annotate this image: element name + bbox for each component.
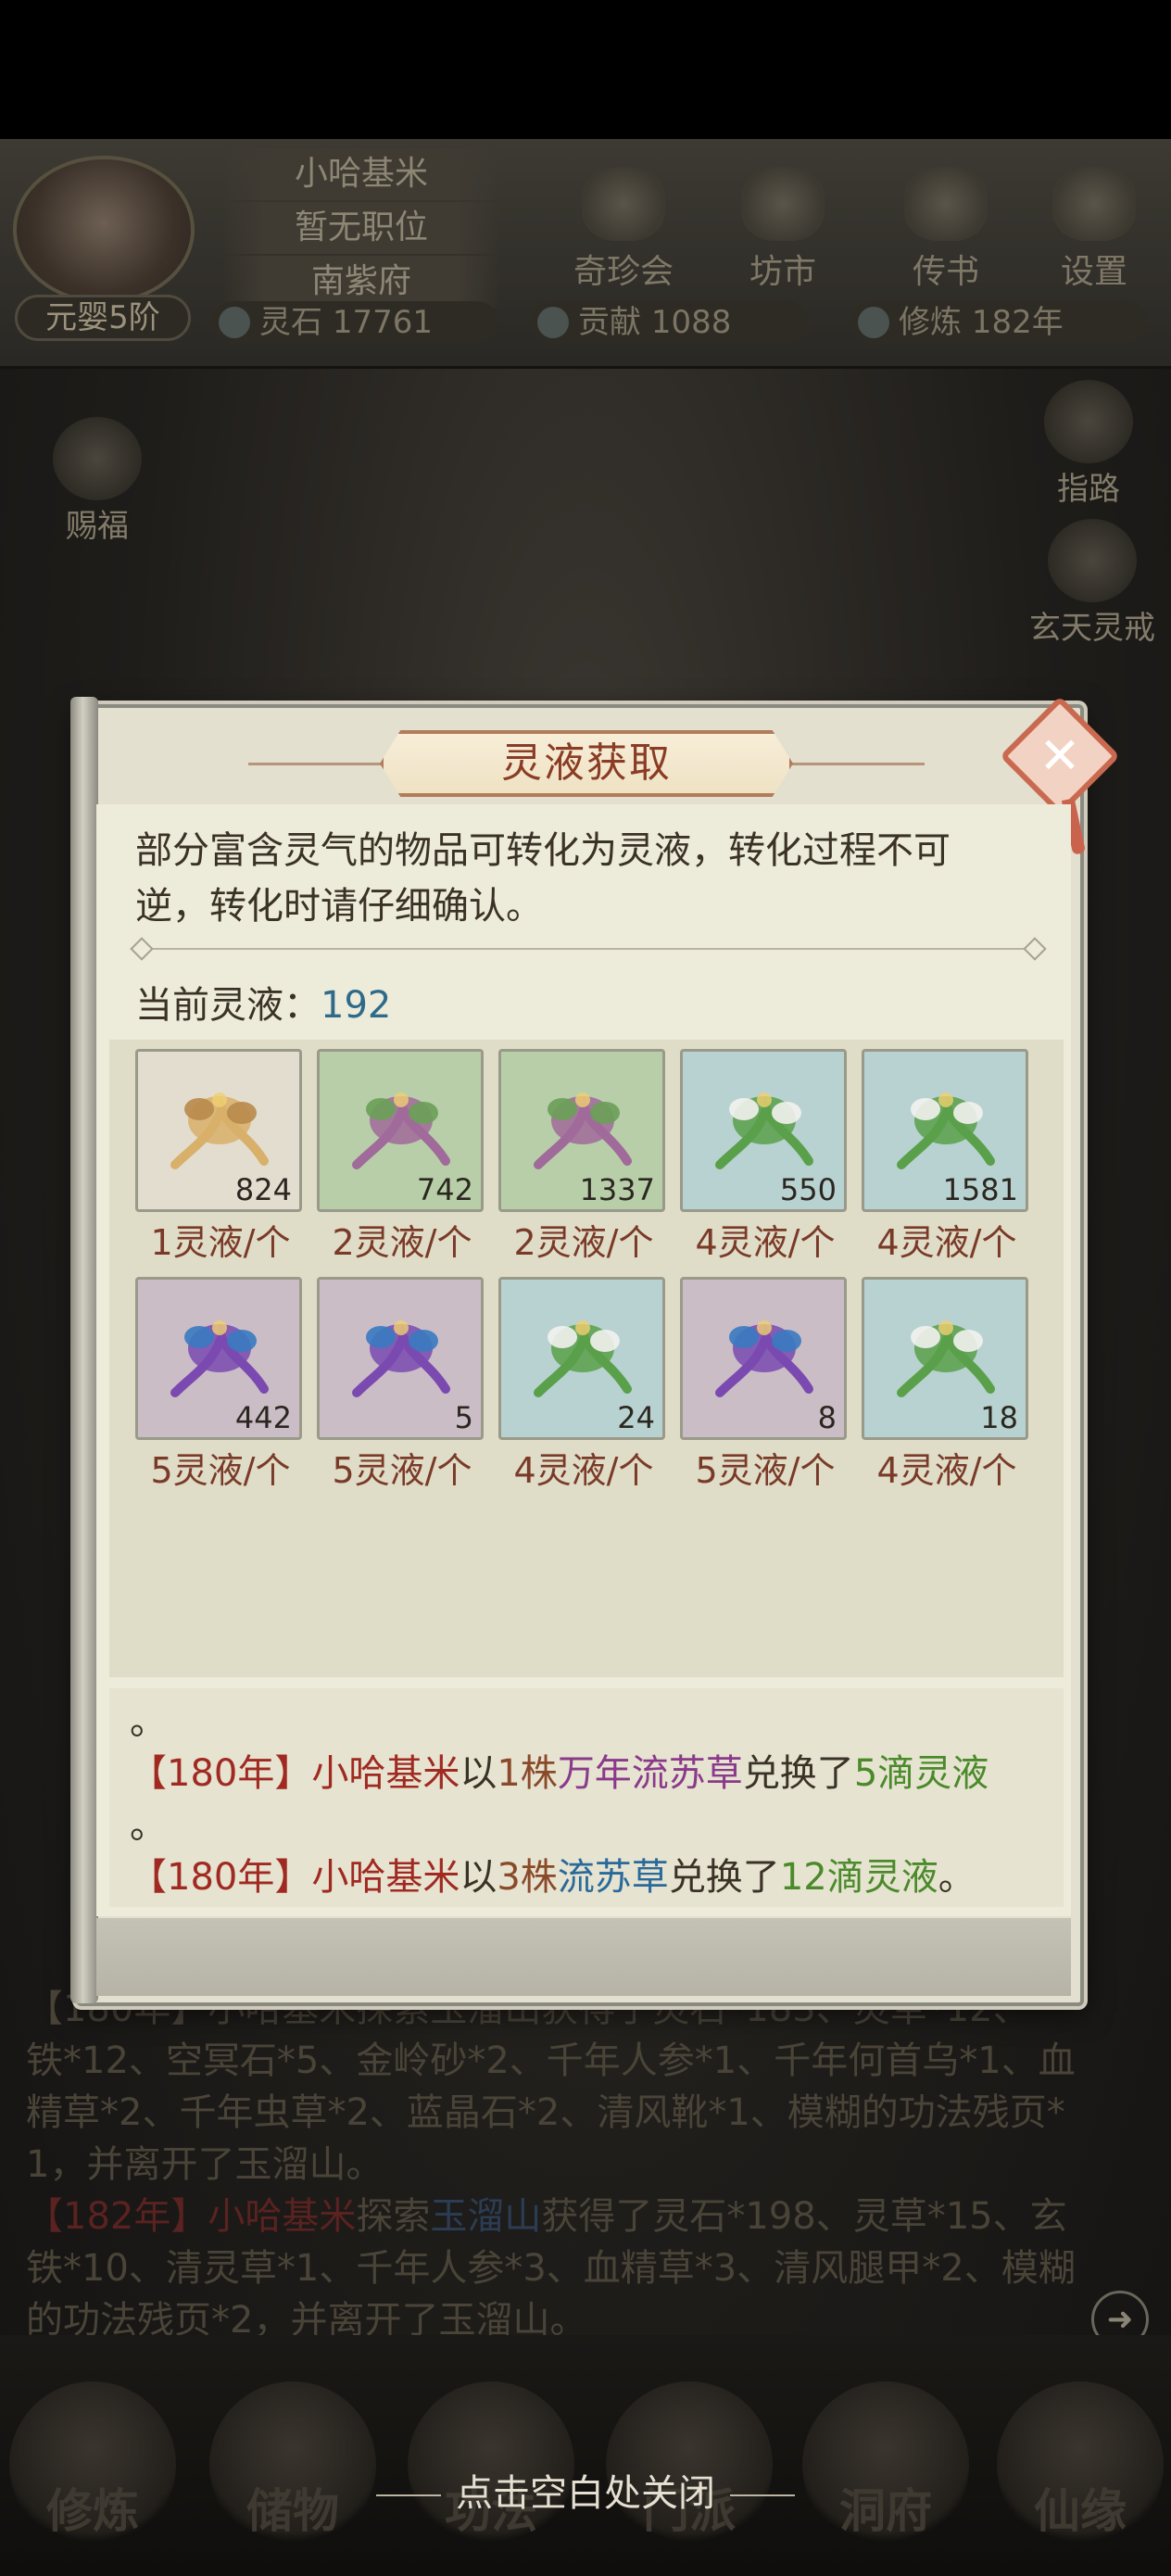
violet-flower-icon [534, 1320, 632, 1397]
divider [730, 2494, 795, 2496]
item-slot[interactable]: 18 [862, 1277, 1028, 1440]
purple-lily-icon [352, 1320, 450, 1397]
item-count: 824 [234, 1172, 292, 1207]
item-count: 8 [817, 1400, 837, 1435]
ginseng-icon [170, 1092, 269, 1169]
dialog-footer [96, 1918, 1071, 1996]
exchange-log-text: 。 【180年】小哈基米以1株万年流苏草兑换了5滴灵液 。 【180年】小哈基米… [130, 1696, 1056, 1903]
player-name: 小哈基米 [222, 148, 500, 200]
background-log: 【180年】小哈基米探索玉溜山获得了灵石*183、灵草*12、 铁*12、空冥石… [26, 1988, 1076, 2342]
item-slot[interactable]: 8 [680, 1277, 847, 1440]
item-slot[interactable]: 442 [135, 1277, 302, 1440]
item-rate: 4灵液/个 [695, 1222, 836, 1263]
white-flower-icon [715, 1092, 813, 1169]
cultivation-icon [858, 307, 889, 338]
treasure-fair-icon [582, 167, 665, 241]
player-avatar[interactable] [13, 156, 195, 304]
settings-button[interactable]: 设置 [1034, 167, 1154, 293]
resource-contribution: 贡献 1088 [530, 301, 808, 344]
item-slot[interactable]: 1337 [498, 1049, 665, 1212]
ring-icon [1048, 519, 1137, 602]
item-rate: 5灵液/个 [332, 1450, 472, 1491]
azure-lotus-icon [897, 1320, 995, 1397]
item-count: 742 [416, 1172, 473, 1207]
item-slot[interactable]: 824 [135, 1049, 302, 1212]
resource-spirit-stone: 灵石 17761 [211, 301, 498, 344]
gear-icon [1052, 167, 1136, 241]
player-nameplates: 小哈基米 暂无职位 南紫府 [222, 148, 500, 309]
divider [139, 948, 1038, 950]
mail-icon [904, 167, 988, 241]
treasure-fair-button[interactable]: 奇珍会 [563, 167, 684, 293]
player-sect: 南紫府 [222, 256, 500, 308]
fruit-branch-icon [170, 1320, 269, 1397]
item-rate: 1灵液/个 [150, 1222, 291, 1263]
item-count: 1337 [579, 1172, 655, 1207]
item-rate: 5灵液/个 [695, 1450, 836, 1491]
item-rate: 4灵液/个 [876, 1450, 1017, 1491]
ring-button[interactable]: 玄天灵戒 [1023, 519, 1162, 648]
item-rate: 4灵液/个 [876, 1222, 1017, 1263]
guide-icon [1044, 380, 1133, 463]
resource-cultivation: 修炼 182年 [850, 301, 1147, 344]
item-rate: 2灵液/个 [332, 1222, 472, 1263]
cordyceps-icon [534, 1092, 632, 1169]
item-count: 1581 [942, 1172, 1018, 1207]
blessing-button[interactable]: 赐福 [28, 417, 167, 546]
mail-button[interactable]: 传书 [886, 167, 1006, 293]
market-icon [741, 167, 825, 241]
item-slot[interactable]: 742 [317, 1049, 484, 1212]
realm-badge: 元婴5阶 [15, 295, 191, 341]
blue-lotus-icon [715, 1320, 813, 1397]
player-job: 暂无职位 [222, 202, 500, 254]
dialog-title: 灵液获取 [380, 730, 793, 797]
item-slot[interactable]: 550 [680, 1049, 847, 1212]
root-icon [352, 1092, 450, 1169]
close-icon: ✕ [1039, 726, 1081, 785]
guide-button[interactable]: 指路 [1019, 380, 1158, 509]
dialog-description: 部分富含灵气的物品可转化为灵液，转化过程不可 逆，转化时请仔细确认。 [135, 829, 951, 928]
title-ornament-right [786, 763, 925, 765]
item-slot[interactable]: 1581 [862, 1049, 1028, 1212]
log-entry: 【180年】小哈基米以3株流苏草兑换了12滴灵液。 [130, 1856, 976, 1899]
item-slot[interactable]: 24 [498, 1277, 665, 1440]
red-bud-herb-icon [897, 1092, 995, 1169]
item-count: 24 [617, 1400, 655, 1435]
title-ornament-left [248, 763, 387, 765]
item-count: 5 [454, 1400, 473, 1435]
item-rate: 5灵液/个 [150, 1450, 291, 1491]
item-count: 442 [234, 1400, 292, 1435]
log-entry: 【180年】小哈基米以1株万年流苏草兑换了5滴灵液 [130, 1752, 989, 1795]
scroll-roller [70, 697, 98, 2003]
blessing-icon [53, 417, 142, 500]
current-spirit-liquid: 当前灵液：192 [135, 984, 392, 1027]
item-count: 550 [779, 1172, 837, 1207]
item-count: 18 [980, 1400, 1018, 1435]
item-rate: 2灵液/个 [513, 1222, 654, 1263]
divider [376, 2494, 441, 2496]
contribution-icon [537, 307, 569, 338]
close-hint[interactable]: 点击空白处关闭 [0, 2463, 1171, 2517]
spirit-stone-icon [219, 307, 250, 338]
item-rate: 4灵液/个 [513, 1450, 654, 1491]
market-button[interactable]: 坊市 [723, 167, 843, 293]
status-bar-area [0, 0, 1171, 139]
item-slot[interactable]: 5 [317, 1277, 484, 1440]
